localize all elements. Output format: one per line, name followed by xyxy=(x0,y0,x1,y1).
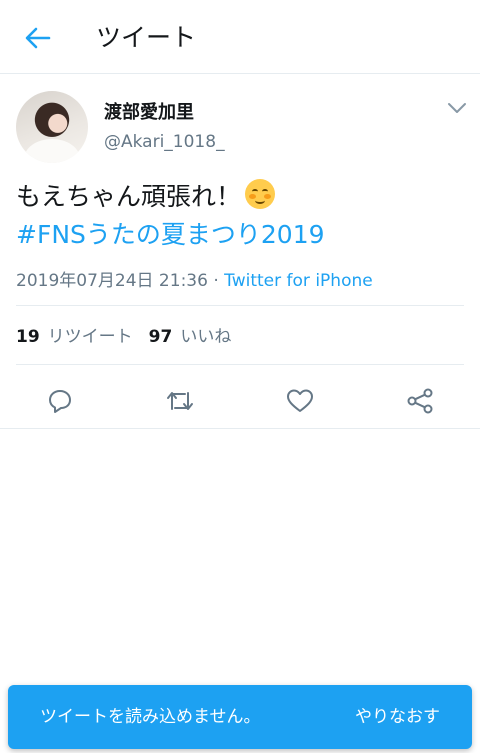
like-count-label: いいね xyxy=(180,327,232,347)
retweet-button[interactable] xyxy=(163,384,197,418)
back-button[interactable] xyxy=(20,20,56,56)
like-count-link[interactable]: 97 いいね xyxy=(149,327,232,347)
tweet-source-link[interactable]: Twitter for iPhone xyxy=(224,271,373,291)
toast-message: ツイートを読み込めません。 xyxy=(40,707,261,727)
reply-button[interactable] xyxy=(43,384,77,418)
reply-icon xyxy=(49,390,71,413)
divider xyxy=(0,428,480,429)
tweet-timestamp: 2019年07月24日 21:36 xyxy=(16,271,208,291)
tweet-menu-button[interactable] xyxy=(446,100,468,116)
smiling-face-emoji-icon xyxy=(245,179,276,209)
arrow-left-icon xyxy=(25,27,51,49)
error-toast: ツイートを読み込めません。 やりなおす xyxy=(8,685,472,749)
retweet-icon xyxy=(167,392,193,410)
hashtag-link[interactable]: #FNSうたの夏まつり2019 xyxy=(16,216,325,254)
heart-icon xyxy=(287,389,313,412)
like-count: 97 xyxy=(148,327,173,347)
tweet-stats: 19 リツイート 97 いいね xyxy=(16,322,231,347)
tweet-text-block: もえちゃん頑張れ！ #FNSうたの夏まつり2019 xyxy=(16,178,464,254)
share-button[interactable] xyxy=(403,384,437,418)
like-button[interactable] xyxy=(283,384,317,418)
divider xyxy=(16,364,464,365)
share-icon xyxy=(407,388,433,414)
retweet-count: 19 xyxy=(16,327,40,347)
retweet-count-link[interactable]: 19 リツイート xyxy=(16,327,133,347)
author-display-name[interactable]: 渡部愛加里 xyxy=(104,98,194,124)
tweet-text: もえちゃん頑張れ！ xyxy=(16,182,242,211)
tweet-actions-bar xyxy=(0,374,480,428)
app-header: ツイート xyxy=(0,0,480,74)
avatar[interactable] xyxy=(16,91,88,163)
tweet-meta: 2019年07月24日 21:36 · Twitter for iPhone xyxy=(16,266,373,291)
author-handle[interactable]: @Akari_1018_ xyxy=(104,132,225,152)
divider xyxy=(16,305,464,306)
chevron-down-icon xyxy=(448,103,466,113)
page-title: ツイート xyxy=(96,23,197,52)
retry-button[interactable]: やりなおす xyxy=(355,705,440,729)
meta-separator: · xyxy=(213,271,219,291)
retweet-count-label: リツイート xyxy=(47,327,133,347)
